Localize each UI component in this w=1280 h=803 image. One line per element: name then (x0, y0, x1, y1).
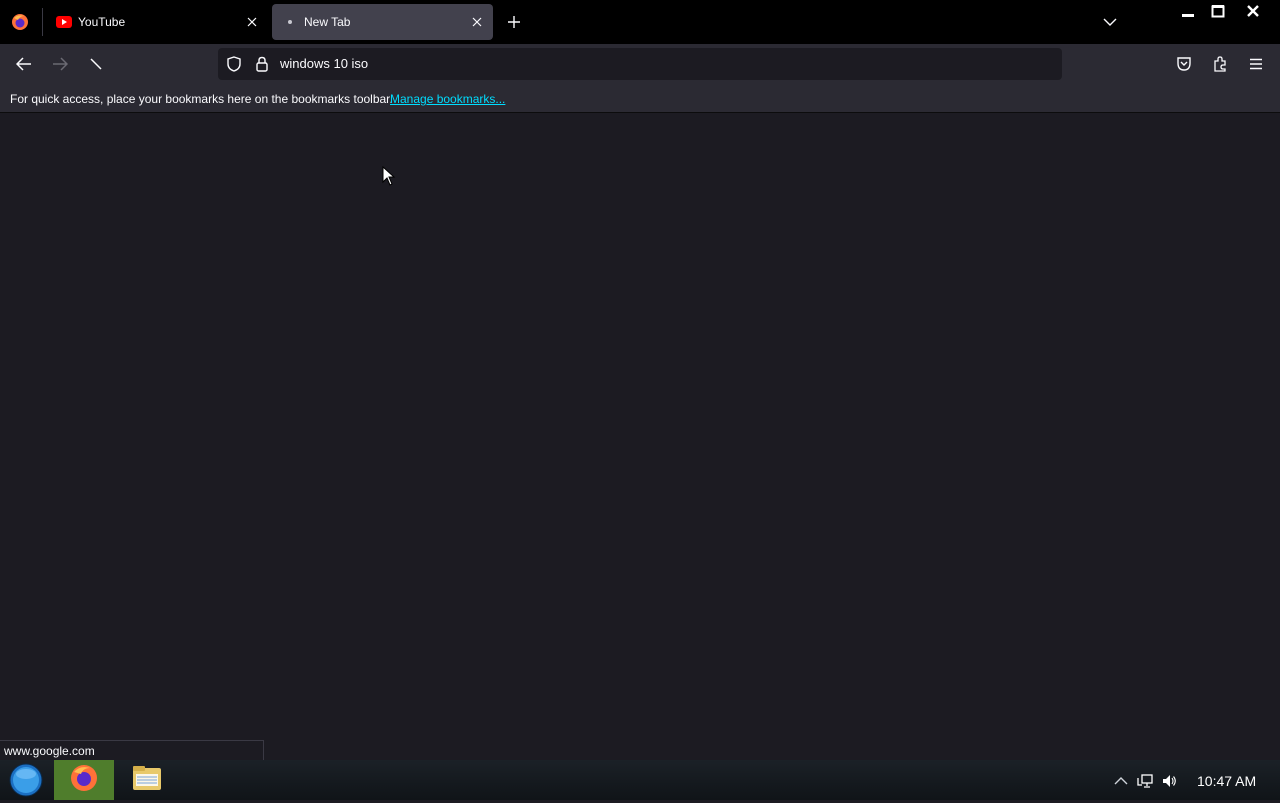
tab-new-tab[interactable]: New Tab (272, 4, 493, 40)
minimize-icon[interactable] (1173, 0, 1203, 22)
manage-bookmarks-link[interactable]: Manage bookmarks... (390, 92, 505, 106)
close-window-icon[interactable] (1238, 0, 1268, 22)
close-icon[interactable] (242, 12, 262, 32)
tab-title: YouTube (78, 15, 126, 29)
bookmarks-toolbar: For quick access, place your bookmarks h… (0, 84, 1280, 113)
start-button-orb-icon[interactable] (6, 762, 46, 798)
close-icon[interactable] (467, 12, 487, 32)
youtube-icon (56, 14, 72, 30)
back-arrow-icon[interactable] (12, 52, 36, 76)
lock-icon[interactable] (254, 56, 270, 72)
url-text[interactable]: windows 10 iso (280, 56, 368, 71)
restore-icon[interactable] (1203, 0, 1233, 22)
hamburger-menu-icon[interactable] (1244, 52, 1268, 76)
taskbar-firefox[interactable] (54, 760, 114, 800)
tab-separator (42, 8, 43, 36)
network-icon[interactable] (1136, 772, 1154, 790)
tab-strip: YouTube New Tab (0, 0, 1280, 44)
pocket-icon[interactable] (1172, 52, 1196, 76)
tab-title: New Tab (304, 15, 351, 29)
volume-icon[interactable] (1160, 772, 1178, 790)
taskbar-file-explorer[interactable] (117, 760, 177, 800)
bookmarks-empty-message: For quick access, place your bookmarks h… (10, 92, 393, 106)
tab-youtube[interactable]: YouTube (46, 4, 268, 40)
taskbar-clock[interactable]: 10:47 AM (1197, 773, 1256, 789)
chevron-down-icon[interactable] (1099, 11, 1121, 33)
loading-dot-icon (282, 14, 298, 30)
folder-icon (131, 764, 163, 797)
page-content[interactable] (0, 113, 1280, 760)
address-bar[interactable]: windows 10 iso (218, 48, 1062, 80)
status-url-tooltip: www.google.com (0, 740, 264, 760)
forward-arrow-icon[interactable] (48, 52, 72, 76)
new-tab-plus-icon[interactable] (503, 11, 525, 33)
stop-loading-icon[interactable] (84, 52, 108, 76)
taskbar: 10:47 AM (0, 760, 1280, 800)
nav-toolbar: windows 10 iso (0, 44, 1280, 84)
tracking-protection-shield-icon[interactable] (226, 56, 242, 72)
firefox-icon (68, 762, 100, 799)
extensions-icon[interactable] (1208, 52, 1232, 76)
firefox-view-icon[interactable] (10, 12, 30, 32)
chevron-up-icon[interactable] (1112, 772, 1130, 790)
mouse-cursor-icon (382, 165, 396, 186)
